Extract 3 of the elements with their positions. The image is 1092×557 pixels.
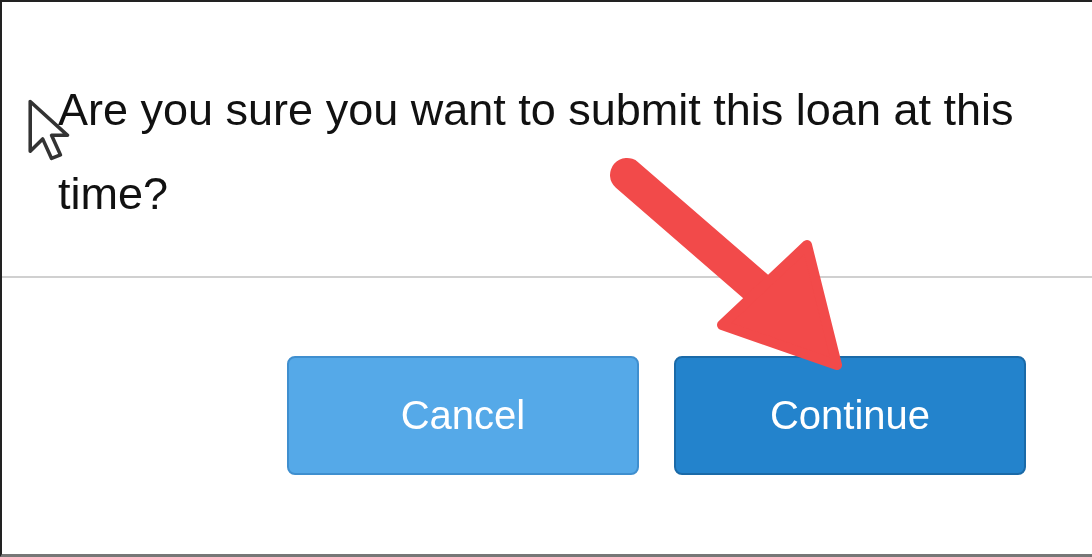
continue-button[interactable]: Continue (674, 356, 1026, 475)
cancel-button[interactable]: Cancel (287, 356, 639, 475)
confirmation-message: Are you sure you want to submit this loan at this time? (58, 83, 1015, 221)
